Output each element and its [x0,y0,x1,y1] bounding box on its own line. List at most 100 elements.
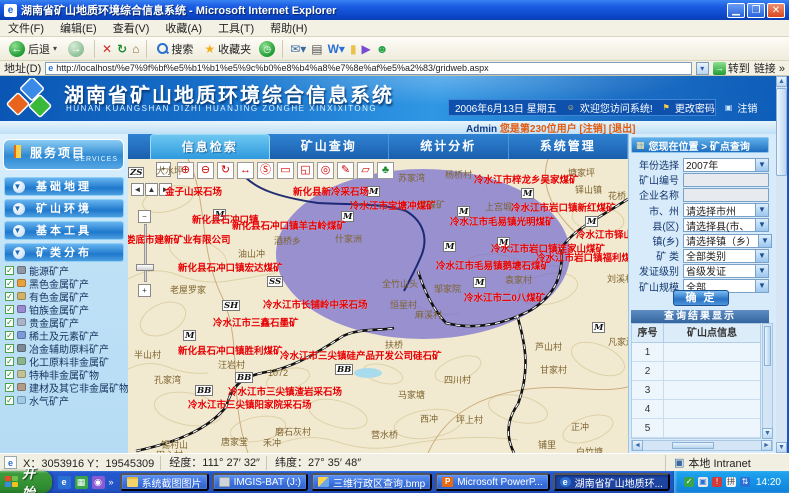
chevron-down-icon[interactable]: ▼ [758,235,771,247]
pan-icon[interactable]: ↻ [217,162,234,179]
mine-point-marker[interactable]: BB [335,364,353,375]
scrollbar-thumb[interactable] [672,442,714,449]
back-dropdown-icon[interactable]: ▾ [53,44,57,53]
chevron-down-icon[interactable]: ▼ [755,159,768,171]
stop-icon[interactable]: ✕ [102,42,112,56]
eraser-icon[interactable]: ▱ [357,162,374,179]
measure-icon[interactable]: ↔ [237,162,254,179]
tray-window-icon[interactable]: ▣ [698,477,708,487]
mine-point-marker[interactable]: M [521,188,534,199]
task-button-ie[interactable]: e湖南省矿山地质环... [553,473,670,491]
scroll-right-icon[interactable]: ► [761,440,772,451]
menu-item[interactable]: 收藏(A) [165,20,202,36]
page-vertical-scrollbar[interactable]: ▲ ▼ [776,76,787,453]
address-input[interactable]: e http://localhost/%e7%9f%bf%e5%b1%b1%e5… [45,62,692,75]
address-dropdown-icon[interactable]: ▾ [696,62,709,75]
tab-信息检索[interactable]: 信息检索 [150,134,270,159]
checkbox-icon[interactable]: ✓ [5,292,14,301]
mine-point-marker[interactable]: M [183,330,196,341]
tray-ime-icon[interactable]: 拼 [726,477,736,487]
favorites-button[interactable]: ★ 收藏夹 [201,40,254,58]
text-input-矿山编号[interactable] [683,173,769,187]
menu-item[interactable]: 帮助(H) [270,20,307,36]
select-矿 类[interactable]: 全部类别▼ [683,249,769,263]
checkbox-icon[interactable]: ✓ [5,344,14,353]
sidebar-nav-矿山环境[interactable]: ▼矿山环境 [4,199,124,218]
text-input-企业名称[interactable] [683,188,769,202]
task-button-app[interactable]: IMGIS-BAT (J:) [212,473,308,491]
checkbox-icon[interactable]: ✓ [5,383,14,392]
submit-button[interactable]: 确 定 [673,290,729,306]
print-icon[interactable]: ▤ [311,42,322,56]
sidebar-nav-基本工具[interactable]: ▼基本工具 [4,221,124,240]
legend-tree-icon[interactable]: ♣ [377,162,394,179]
select-rect-icon[interactable]: ▭ [277,162,294,179]
select-县(区)[interactable]: 请选择县(市、▼ [683,218,769,232]
search-button[interactable]: 搜索 [154,40,196,58]
mine-point-marker[interactable]: M [592,322,605,333]
zoom-slider-plus-button[interactable]: + [138,284,151,297]
mine-point-marker[interactable]: SH [222,300,240,311]
select-年份选择[interactable]: 2007年▼ [683,158,769,172]
folder-icon[interactable]: ▮ [350,42,357,56]
mail-icon[interactable]: ✉▾ [290,42,306,56]
select-镇(乡)[interactable]: 请选择镇（乡）▼ [683,234,772,248]
media-icon[interactable]: ▶ [362,42,371,56]
table-row[interactable]: 2 [632,362,760,381]
checkbox-icon[interactable]: ✓ [5,266,14,275]
zoom-out-icon[interactable]: ⊖ [197,162,214,179]
quicklaunch-media-icon[interactable]: ◉ [92,476,105,489]
edit-word-icon[interactable]: W▾ [328,42,345,56]
select-发证级别[interactable]: 省级发证▼ [683,264,769,278]
history-icon[interactable]: ◷ [259,41,275,57]
chevron-down-icon[interactable]: ▼ [755,280,768,292]
table-row[interactable]: 4 [632,400,760,419]
tray-antivirus-icon[interactable]: ✓ [684,477,694,487]
tray-alert-icon[interactable]: ! [712,477,722,487]
quicklaunch-ie-icon[interactable]: e [58,476,71,489]
task-button-image[interactable]: 三维行政区查询.bmp [311,473,432,491]
close-button[interactable]: ✕ [767,3,785,18]
chevron-down-icon[interactable]: ▼ [755,204,768,216]
menu-item[interactable]: 查看(V) [113,20,150,36]
checkbox-icon[interactable]: ✓ [5,305,14,314]
tab-矿山查询[interactable]: 矿山查询 [270,134,390,159]
tab-统计分析[interactable]: 统计分析 [389,134,509,159]
zoom-slider-minus-button[interactable]: − [138,210,151,223]
task-button-folder[interactable]: 系统截图图片 [120,473,209,491]
mine-point-marker[interactable]: M [443,241,456,252]
checkbox-icon[interactable]: ✓ [5,331,14,340]
table-row[interactable]: 5 [632,419,760,438]
mine-point-marker[interactable]: ZS [128,167,144,178]
checkbox-icon[interactable]: ✓ [5,370,14,379]
chevron-down-icon[interactable]: ▼ [755,219,768,231]
menu-item[interactable]: 工具(T) [218,20,254,36]
table-row[interactable]: 1 [632,343,760,362]
sidebar-nav-基础地理[interactable]: ▼基础地理 [4,177,124,196]
logout-link[interactable]: 注销 [737,100,757,115]
checkbox-icon[interactable]: ✓ [5,396,14,405]
mine-point-marker[interactable]: BB [235,372,253,383]
mine-point-marker[interactable]: BB [195,385,213,396]
messenger-icon[interactable]: ☻ [376,42,389,56]
checkbox-icon[interactable]: ✓ [5,357,14,366]
mine-point-marker[interactable]: SS [267,276,283,287]
start-button[interactable]: 开始 [0,471,52,493]
go-button[interactable]: → 转到 [713,60,750,76]
select-市、州[interactable]: 请选择市州▼ [683,203,769,217]
tray-network-icon[interactable]: ⇅ [740,477,750,487]
identify-icon[interactable]: ◎ [317,162,334,179]
select-drag-icon[interactable]: ◱ [297,162,314,179]
scrollbar-thumb[interactable] [776,88,787,176]
pan-up-button[interactable]: ▲ [145,183,158,196]
quicklaunch-more-icon[interactable]: » [109,477,114,487]
mine-point-marker[interactable]: M [473,277,486,288]
scroll-left-icon[interactable]: ◄ [632,440,643,451]
results-vertical-scrollbar[interactable]: ▼ [762,323,773,439]
links-label[interactable]: 链接 » [754,60,785,76]
quicklaunch-desktop-icon[interactable]: ▦ [75,476,88,489]
checkbox-icon[interactable]: ✓ [5,318,14,327]
draw-line-icon[interactable]: ✎ [337,162,354,179]
refresh-icon[interactable]: ↻ [117,42,127,56]
map-canvas[interactable]: ◄ ▲ ► − + + ⊕⊖↻↔Ⓢ▭◱◎✎▱♣ ZSMMMMMMMMMMMSSS… [128,159,628,453]
